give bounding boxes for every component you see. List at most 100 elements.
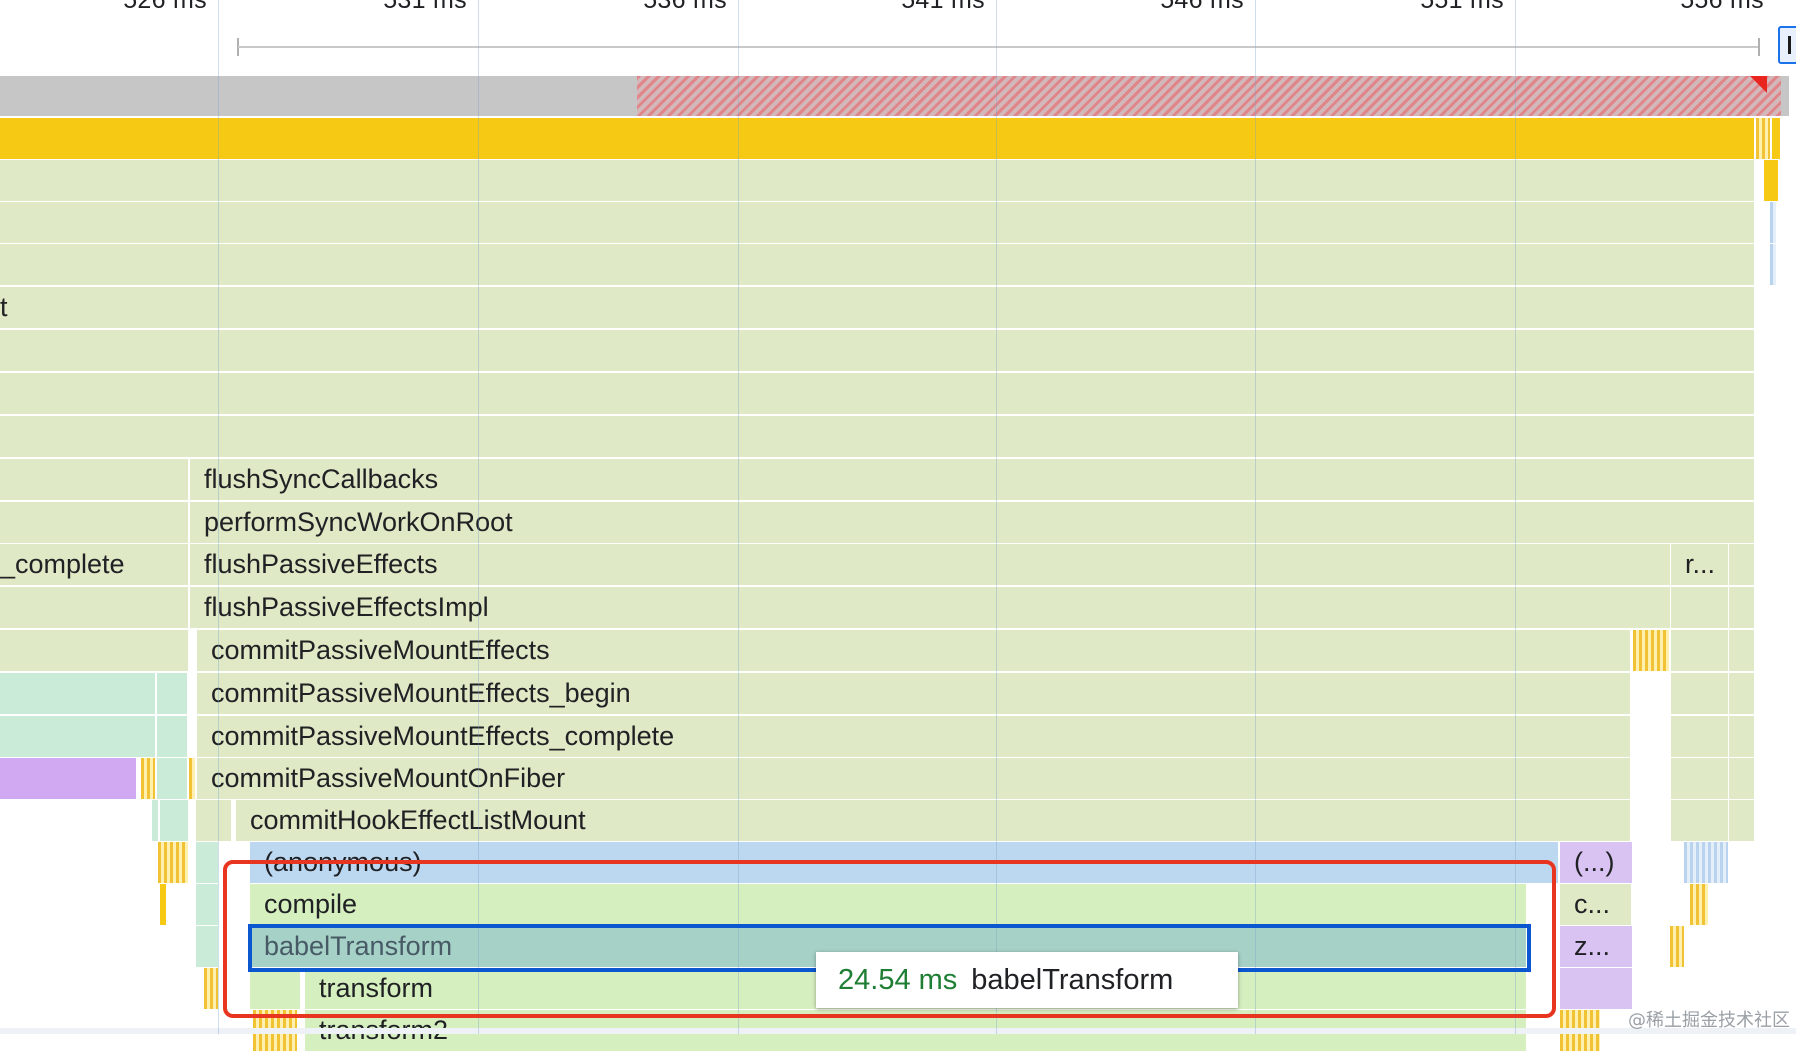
flame-frame[interactable] (157, 716, 187, 757)
flame-row: _complete flushPassiveEffects r... (0, 544, 1796, 586)
flame-frame[interactable] (1772, 118, 1780, 159)
ruler-tick: 556 ms (1680, 0, 1764, 14)
flame-frame[interactable] (157, 758, 187, 799)
flame-frame[interactable] (1729, 630, 1755, 671)
flame-frame[interactable]: t (0, 287, 1755, 328)
flame-frame[interactable] (1756, 118, 1770, 159)
task-block[interactable] (1781, 76, 1789, 116)
flame-frame[interactable] (1690, 884, 1708, 925)
flame-frame[interactable] (196, 926, 218, 967)
flame-frame[interactable] (0, 373, 1755, 414)
flame-row (0, 118, 1796, 160)
flame-frame[interactable]: _complete (0, 544, 189, 585)
flame-frame[interactable] (0, 416, 1755, 457)
ruler-tick: 526 ms (123, 0, 207, 14)
flame-row (0, 373, 1796, 415)
flame-frame[interactable] (0, 202, 1755, 243)
flame-frame[interactable] (0, 587, 189, 628)
long-task-warning-icon (1750, 76, 1767, 93)
flame-frame[interactable] (160, 800, 188, 841)
timeline-ruler[interactable]: 526 ms 531 ms 536 ms 541 ms 546 ms 551 m… (0, 0, 1796, 76)
flame-frame[interactable] (0, 716, 155, 757)
flame-frame-commitPassiveMountEffects-complete[interactable]: commitPassiveMountEffects_complete (196, 716, 1631, 757)
flame-frame[interactable] (1670, 926, 1684, 967)
ruler-tick: 536 ms (643, 0, 727, 14)
flame-frame-truncated[interactable]: c... (1560, 884, 1632, 925)
flame-row: t (0, 287, 1796, 329)
range-handle[interactable] (1778, 26, 1796, 64)
flame-frame[interactable] (0, 758, 136, 799)
flame-frame[interactable] (1633, 630, 1669, 671)
flame-frame[interactable] (189, 758, 195, 799)
flame-frame[interactable] (0, 244, 1755, 285)
flame-frame-truncated[interactable]: (...) (1560, 842, 1632, 883)
flame-frame[interactable] (1671, 587, 1729, 628)
flame-row (0, 202, 1796, 244)
flame-frame-flushSyncCallbacks[interactable]: flushSyncCallbacks (189, 459, 1755, 500)
flame-frame[interactable] (141, 758, 155, 799)
flame-frame[interactable] (1729, 758, 1755, 799)
ruler-tick: 546 ms (1160, 0, 1244, 14)
ruler-tick: 531 ms (383, 0, 467, 14)
flame-frame[interactable] (196, 842, 218, 883)
flame-frame[interactable] (1729, 544, 1755, 585)
flame-row (0, 416, 1796, 458)
flame-row: flushPassiveEffectsImpl (0, 587, 1796, 629)
task-block[interactable] (0, 76, 637, 116)
flame-frame[interactable] (157, 673, 187, 714)
flame-frame-truncated[interactable]: r... (1671, 544, 1729, 585)
flame-frame[interactable] (1671, 630, 1729, 671)
flame-frame[interactable] (1560, 968, 1632, 1009)
range-end-marker[interactable] (1758, 38, 1760, 56)
flame-frame[interactable] (1770, 202, 1776, 243)
flame-frame[interactable] (152, 800, 158, 841)
flame-frame[interactable] (1729, 587, 1755, 628)
watermark: @稀土掘金技术社区 (1628, 1010, 1790, 1031)
flame-frame-commitHookEffectListMount[interactable]: commitHookEffectListMount (235, 800, 1631, 841)
flame-row (0, 330, 1796, 372)
ruler-tick: 551 ms (1420, 0, 1504, 14)
flame-frame-commitPassiveMountEffects[interactable]: commitPassiveMountEffects (196, 630, 1631, 671)
flame-frame-flushPassiveEffects[interactable]: flushPassiveEffects (189, 544, 1671, 585)
long-task-block[interactable] (637, 76, 1781, 116)
flame-frame[interactable] (160, 884, 166, 925)
flame-frame[interactable] (196, 800, 232, 841)
flame-frame[interactable] (1770, 244, 1776, 285)
flame-frame[interactable] (1729, 800, 1755, 841)
flame-frame[interactable] (1729, 716, 1755, 757)
flame-frame[interactable] (0, 673, 155, 714)
panel-bottom-border (0, 1028, 1796, 1034)
flame-frame[interactable] (1671, 800, 1729, 841)
flame-row: performSyncWorkOnRoot (0, 502, 1796, 544)
flame-frame[interactable] (1671, 758, 1729, 799)
flame-frame[interactable] (1671, 716, 1729, 757)
flame-frame[interactable] (1684, 842, 1728, 883)
flame-frame[interactable] (0, 330, 1755, 371)
flame-row: commitPassiveMountOnFiber (0, 758, 1796, 800)
flame-frame[interactable] (0, 160, 1755, 201)
flame-frame[interactable] (1764, 160, 1778, 201)
tooltip-name: babelTransform (971, 964, 1174, 996)
flame-frame[interactable] (1671, 673, 1729, 714)
flame-row: flushSyncCallbacks (0, 459, 1796, 501)
flame-row: commitPassiveMountEffects_begin (0, 673, 1796, 715)
flame-frame-commitPassiveMountOnFiber[interactable]: commitPassiveMountOnFiber (196, 758, 1631, 799)
range-track[interactable] (238, 46, 1760, 48)
flame-frame[interactable] (0, 459, 189, 500)
flame-frame[interactable] (196, 884, 218, 925)
flame-frame[interactable] (1729, 673, 1755, 714)
flame-frame[interactable] (0, 630, 189, 671)
flame-frame[interactable] (0, 502, 189, 543)
flame-frame[interactable] (204, 968, 218, 1009)
flame-frame[interactable] (158, 842, 188, 883)
flame-frame-performSyncWorkOnRoot[interactable]: performSyncWorkOnRoot (189, 502, 1755, 543)
flame-row (0, 160, 1796, 202)
frame-tooltip: 24.54 ms babelTransform (816, 952, 1238, 1008)
flame-frame-flushPassiveEffectsImpl[interactable]: flushPassiveEffectsImpl (189, 587, 1671, 628)
ruler-tick: 541 ms (901, 0, 985, 14)
flame-frame-commitPassiveMountEffects-begin[interactable]: commitPassiveMountEffects_begin (196, 673, 1631, 714)
task-track[interactable] (0, 76, 1796, 118)
flame-frame-truncated[interactable]: z... (1560, 926, 1632, 967)
flame-frame[interactable] (0, 118, 1754, 159)
flame-row: commitHookEffectListMount (0, 800, 1796, 842)
